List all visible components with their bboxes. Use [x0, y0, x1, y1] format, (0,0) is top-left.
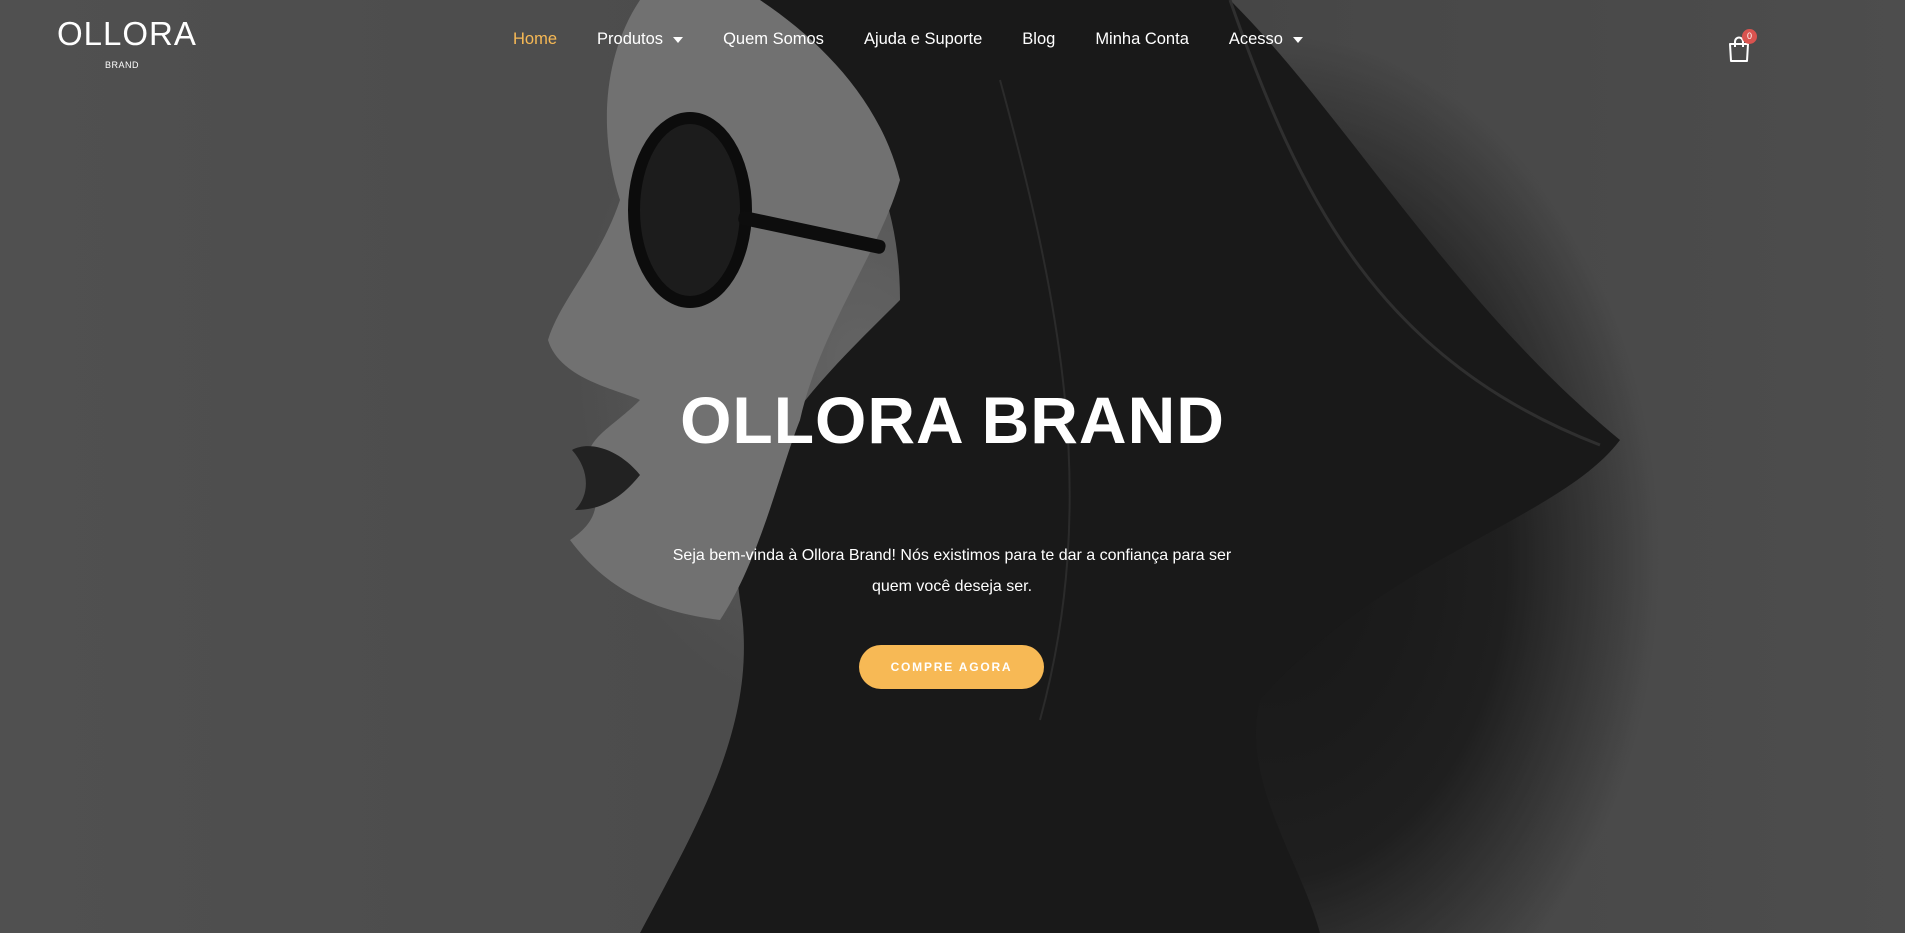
brand-logo[interactable]: OLLORA BRAND — [57, 15, 197, 71]
caret-down-icon — [1292, 36, 1303, 43]
brand-logo-name: OLLORA — [57, 15, 197, 52]
hero-title: OLLORA BRAND — [680, 383, 1225, 457]
site-header: OLLORA BRAND Home Produtos Quem Somos Aj… — [0, 0, 1905, 84]
brand-logo-sub: BRAND — [104, 60, 139, 70]
nav-acesso-label: Acesso — [1228, 30, 1283, 48]
nav-quem-somos-label: Quem Somos — [723, 30, 824, 48]
nav-blog[interactable]: Blog — [1022, 30, 1055, 49]
nav-ajuda-suporte[interactable]: Ajuda e Suporte — [864, 30, 982, 49]
nav-quem-somos[interactable]: Quem Somos — [723, 30, 824, 49]
hero-overlay — [0, 0, 1905, 933]
hero-text: Seja bem-vinda à Ollora Brand! Nós exist… — [672, 547, 1232, 595]
nav-home-label: Home — [513, 30, 558, 48]
nav-home[interactable]: Home — [513, 30, 557, 49]
nav-acesso[interactable]: Acesso — [1229, 30, 1303, 49]
nav-produtos[interactable]: Produtos — [597, 30, 684, 49]
nav-minha-conta[interactable]: Minha Conta — [1095, 30, 1189, 49]
caret-down-icon — [673, 36, 684, 43]
shop-now-button[interactable]: COMPRE AGORA — [859, 645, 1044, 689]
nav-ajuda-suporte-label: Ajuda e Suporte — [863, 30, 983, 48]
nav-produtos-label: Produtos — [597, 30, 664, 48]
main-nav: Home Produtos Quem Somos Ajuda e Suporte… — [513, 30, 1343, 49]
cart-count-badge: 0 — [1742, 29, 1757, 44]
nav-minha-conta-label: Minha Conta — [1095, 30, 1189, 48]
nav-blog-label: Blog — [1022, 30, 1056, 48]
